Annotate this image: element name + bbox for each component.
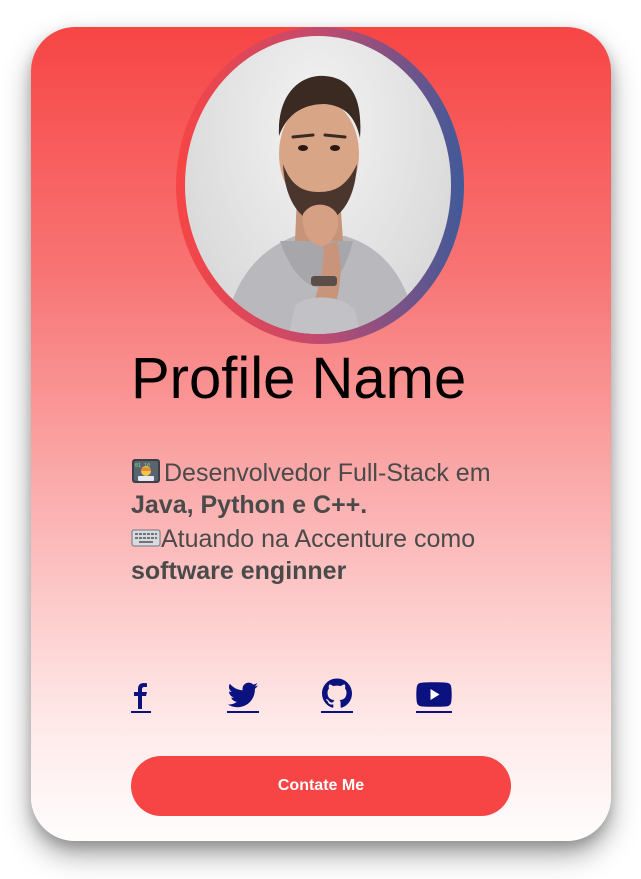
bio-line-2-text: Atuando na Accenture como <box>161 525 476 553</box>
bio-line-1-text: Desenvolvedor Full-Stack em <box>164 459 491 487</box>
youtube-icon <box>416 682 452 707</box>
technologist-emoji-icon: 01 10 <box>131 458 161 484</box>
contact-button[interactable]: Contate Me <box>131 756 511 816</box>
youtube-link[interactable] <box>416 677 452 713</box>
keyboard-emoji-icon <box>131 524 161 550</box>
avatar-ring <box>176 27 464 344</box>
twitter-link[interactable] <box>227 677 259 713</box>
twitter-icon <box>227 682 258 708</box>
profile-card: Profile Name 01 10 Desenvolvedor Full-St… <box>31 27 611 841</box>
social-links <box>131 677 491 713</box>
profile-photo <box>225 75 417 334</box>
facebook-link[interactable] <box>131 677 151 713</box>
bio-line-1-bold: Java, Python e C++. <box>131 491 368 519</box>
bio: 01 10 Desenvolvedor Full-Stack em Java, … <box>131 457 531 589</box>
facebook-icon <box>134 683 147 709</box>
github-icon <box>322 678 352 708</box>
bio-line-2-bold: software enginner <box>131 557 347 585</box>
profile-name: Profile Name <box>131 346 467 411</box>
bio-line-1: 01 10 Desenvolvedor Full-Stack em Java, … <box>131 457 531 521</box>
avatar <box>185 36 451 334</box>
bio-line-2: Atuando na Accenture como software engin… <box>131 523 531 587</box>
github-link[interactable] <box>321 677 353 713</box>
